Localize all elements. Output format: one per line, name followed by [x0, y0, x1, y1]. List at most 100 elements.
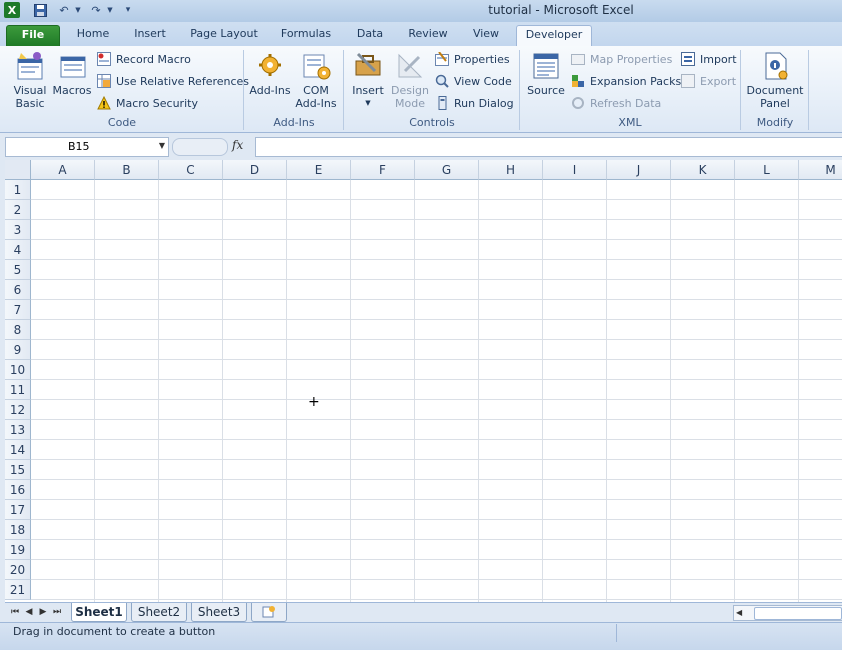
- tab-formulas[interactable]: Formulas: [276, 25, 336, 45]
- sheet-tab-sheet1[interactable]: Sheet1: [71, 603, 127, 622]
- tab-page-layout[interactable]: Page Layout: [186, 25, 262, 45]
- row-header-10[interactable]: 10: [5, 360, 31, 380]
- column-header-j[interactable]: J: [607, 160, 671, 180]
- formula-bar-splitter[interactable]: [172, 138, 228, 156]
- import-icon: [680, 51, 696, 67]
- import-button[interactable]: Import: [680, 49, 737, 69]
- column-header-a[interactable]: A: [31, 160, 95, 180]
- row-header-3[interactable]: 3: [5, 220, 31, 240]
- column-header-g[interactable]: G: [415, 160, 479, 180]
- column-header-d[interactable]: D: [223, 160, 287, 180]
- row-header-14[interactable]: 14: [5, 440, 31, 460]
- row-header-11[interactable]: 11: [5, 380, 31, 400]
- tab-file[interactable]: File: [6, 25, 60, 46]
- sheet-tab-sheet2[interactable]: Sheet2: [131, 603, 187, 622]
- chevron-down-icon[interactable]: ▼: [159, 141, 165, 150]
- visual-basic-button[interactable]: Visual Basic: [8, 50, 52, 110]
- horizontal-scrollbar[interactable]: ◀: [733, 605, 842, 621]
- grid-row-line: [31, 299, 842, 300]
- grid-row-line: [31, 259, 842, 260]
- tab-view[interactable]: View: [466, 25, 506, 45]
- previous-sheet-icon[interactable]: ◀: [23, 605, 35, 619]
- scroll-left-icon[interactable]: ◀: [736, 607, 746, 619]
- sheet-tab-bar: ⏮ ◀ ▶ ⏭ Sheet1 Sheet2 Sheet3 ◀: [5, 602, 842, 622]
- document-panel-button[interactable]: Document Panel: [746, 50, 804, 110]
- export-button[interactable]: Export: [680, 71, 736, 91]
- run-dialog-button[interactable]: Run Dialog: [434, 93, 514, 113]
- row-header-6[interactable]: 6: [5, 280, 31, 300]
- grid-row-line: [31, 219, 842, 220]
- status-divider: [616, 624, 617, 642]
- title-bar: X ↶ ▼ ↷ ▼ ▾ tutorial - Microsoft Excel: [0, 0, 842, 22]
- row-header-13[interactable]: 13: [5, 420, 31, 440]
- tab-home[interactable]: Home: [70, 25, 116, 45]
- name-box[interactable]: B15 ▼: [5, 137, 169, 157]
- map-properties-button[interactable]: Map Properties: [570, 49, 672, 69]
- insert-worksheet-icon[interactable]: [251, 603, 287, 622]
- column-header-m[interactable]: M: [799, 160, 842, 180]
- document-panel-label: Document Panel: [746, 84, 804, 110]
- row-header-17[interactable]: 17: [5, 500, 31, 520]
- group-label-code: Code: [107, 116, 137, 129]
- column-header-l[interactable]: L: [735, 160, 799, 180]
- insert-control-button[interactable]: Insert ▼: [348, 50, 388, 110]
- row-header-15[interactable]: 15: [5, 460, 31, 480]
- use-relative-references-button[interactable]: Use Relative References: [96, 71, 249, 91]
- next-sheet-icon[interactable]: ▶: [37, 605, 49, 619]
- column-header-e[interactable]: E: [287, 160, 351, 180]
- select-all-corner[interactable]: [5, 160, 31, 180]
- column-header-h[interactable]: H: [479, 160, 543, 180]
- first-sheet-icon[interactable]: ⏮: [9, 605, 21, 619]
- view-code-button[interactable]: View Code: [434, 71, 512, 91]
- refresh-data-button[interactable]: Refresh Data: [570, 93, 661, 113]
- column-header-i[interactable]: I: [543, 160, 607, 180]
- formula-bar: B15 ▼ fx: [0, 133, 842, 160]
- row-header-9[interactable]: 9: [5, 340, 31, 360]
- column-header-k[interactable]: K: [671, 160, 735, 180]
- tab-insert[interactable]: Insert: [126, 25, 174, 45]
- column-header-c[interactable]: C: [159, 160, 223, 180]
- properties-icon: [434, 51, 450, 67]
- tab-developer[interactable]: Developer: [516, 25, 592, 47]
- use-relative-references-label: Use Relative References: [116, 74, 250, 88]
- row-header-5[interactable]: 5: [5, 260, 31, 280]
- macro-security-button[interactable]: Macro Security: [96, 93, 198, 113]
- row-header-20[interactable]: 20: [5, 560, 31, 580]
- worksheet-grid[interactable]: ABCDEFGHIJKLM 1 2 3 4 5 6 7 8 9 10 11 12 13 14 15 16 17 1…: [5, 160, 842, 602]
- row-header-21[interactable]: 21: [5, 580, 31, 600]
- row-header-18[interactable]: 18: [5, 520, 31, 540]
- tab-data[interactable]: Data: [350, 25, 390, 45]
- sheet-tab-sheet3[interactable]: Sheet3: [191, 603, 247, 622]
- column-header-f[interactable]: F: [351, 160, 415, 180]
- tab-review[interactable]: Review: [402, 25, 454, 45]
- row-header-1[interactable]: 1: [5, 180, 31, 200]
- expansion-packs-label: Expansion Packs: [590, 74, 682, 88]
- row-header-4[interactable]: 4: [5, 240, 31, 260]
- com-add-ins-button[interactable]: COM Add-Ins: [294, 50, 338, 110]
- row-header-16[interactable]: 16: [5, 480, 31, 500]
- row-header-7[interactable]: 7: [5, 300, 31, 320]
- add-ins-button[interactable]: Add-Ins: [248, 50, 292, 97]
- formula-input[interactable]: [255, 137, 842, 157]
- macros-button[interactable]: Macros: [52, 50, 92, 97]
- properties-button[interactable]: Properties: [434, 49, 510, 69]
- row-header-2[interactable]: 2: [5, 200, 31, 220]
- grid-row-line: [31, 339, 842, 340]
- grid-row-line: [31, 439, 842, 440]
- row-header-12[interactable]: 12: [5, 400, 31, 420]
- group-separator: [808, 50, 809, 130]
- horizontal-scroll-thumb[interactable]: [754, 607, 842, 620]
- record-macro-button[interactable]: Record Macro: [96, 49, 191, 69]
- row-header-19[interactable]: 19: [5, 540, 31, 560]
- last-sheet-icon[interactable]: ⏭: [51, 605, 63, 619]
- record-macro-label: Record Macro: [116, 52, 191, 66]
- expansion-packs-button[interactable]: Expansion Packs: [570, 71, 681, 91]
- row-header-8[interactable]: 8: [5, 320, 31, 340]
- insert-function-icon[interactable]: fx: [232, 138, 243, 152]
- design-mode-label: Design Mode: [391, 84, 429, 110]
- design-mode-button[interactable]: Design Mode: [390, 50, 430, 110]
- source-label: Source: [527, 84, 565, 97]
- column-header-b[interactable]: B: [95, 160, 159, 180]
- ribbon-tabs: File Home Insert Page Layout Formulas Da…: [0, 22, 842, 47]
- source-button[interactable]: Source: [524, 50, 568, 97]
